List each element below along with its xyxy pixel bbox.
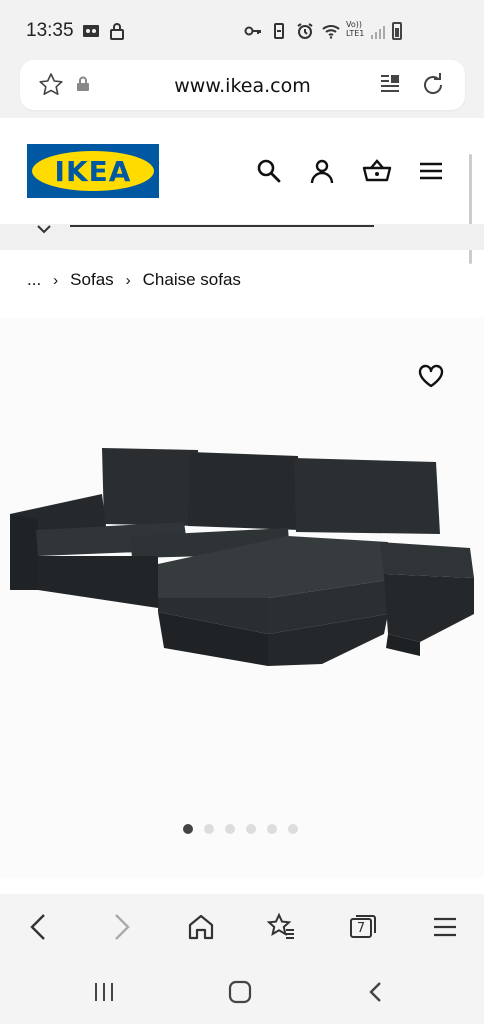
bookmarks-icon[interactable] — [266, 912, 296, 942]
volte-label: Vo)) — [346, 20, 362, 29]
browser-toolbar: 7 — [0, 894, 484, 962]
home-button-icon[interactable] — [228, 980, 252, 1004]
carousel-dot[interactable] — [225, 824, 235, 834]
address-bar[interactable]: www.ikea.com — [20, 60, 465, 110]
volte-indicator: Vo)) LTE1 — [346, 20, 364, 38]
carousel-dot[interactable] — [288, 824, 298, 834]
breadcrumb-ellipsis[interactable]: ... — [27, 270, 41, 290]
browser-menu-icon[interactable] — [430, 912, 460, 942]
alarm-icon — [297, 23, 313, 39]
lock-icon — [110, 23, 124, 40]
ikea-logo[interactable]: IKEA — [27, 144, 159, 198]
breadcrumb: ... › Sofas › Chaise sofas — [27, 270, 241, 290]
carousel-dot[interactable] — [183, 824, 193, 834]
carousel-dot[interactable] — [204, 824, 214, 834]
breadcrumb-item-sofas[interactable]: Sofas — [70, 270, 113, 290]
tabs-button[interactable]: 7 — [348, 912, 378, 942]
back-arrow-icon[interactable] — [24, 912, 54, 942]
battery-saver-icon — [274, 23, 284, 39]
battery-icon — [392, 22, 402, 40]
status-system-icons — [244, 22, 340, 40]
key-icon — [244, 26, 261, 36]
lte-label: LTE1 — [346, 29, 365, 38]
shopping-basket-icon[interactable] — [362, 158, 392, 184]
reader-mode-icon[interactable] — [379, 73, 401, 95]
site-header: IKEA — [0, 118, 484, 264]
recent-apps-icon[interactable] — [92, 980, 116, 1004]
web-page: IKEA ... › Sofas › Chaise sofas — [0, 118, 484, 894]
hamburger-menu-icon[interactable] — [418, 158, 444, 184]
carousel-pagination — [183, 824, 298, 834]
sub-navigation — [0, 224, 484, 250]
wifi-icon — [322, 25, 340, 39]
home-icon[interactable] — [186, 912, 216, 942]
status-time: 13:35 — [26, 20, 74, 41]
system-back-icon[interactable] — [366, 980, 386, 1004]
chevron-right-icon: › — [125, 271, 131, 289]
sofa-image — [10, 448, 474, 666]
chevron-right-icon: › — [53, 271, 59, 289]
status-bar: 13:35 Vo)) LTE1 — [0, 0, 484, 58]
search-icon[interactable] — [256, 158, 282, 184]
forward-arrow-icon[interactable] — [106, 912, 136, 942]
carousel-dot[interactable] — [267, 824, 277, 834]
tabs-count: 7 — [356, 921, 366, 936]
logo-text: IKEA — [54, 154, 132, 188]
heart-icon[interactable] — [418, 364, 444, 388]
reload-icon[interactable] — [419, 71, 447, 99]
carousel-dot[interactable] — [246, 824, 256, 834]
system-navigation-bar — [0, 962, 484, 1024]
chevron-down-icon[interactable] — [36, 224, 52, 234]
voicemail-icon — [83, 25, 99, 37]
signal-icon — [371, 26, 385, 39]
status-notifications — [82, 22, 126, 40]
profile-icon[interactable] — [309, 158, 335, 184]
subnav-underline — [70, 225, 374, 227]
breadcrumb-item-chaise-sofas[interactable]: Chaise sofas — [143, 270, 241, 290]
logo-oval: IKEA — [32, 151, 154, 191]
